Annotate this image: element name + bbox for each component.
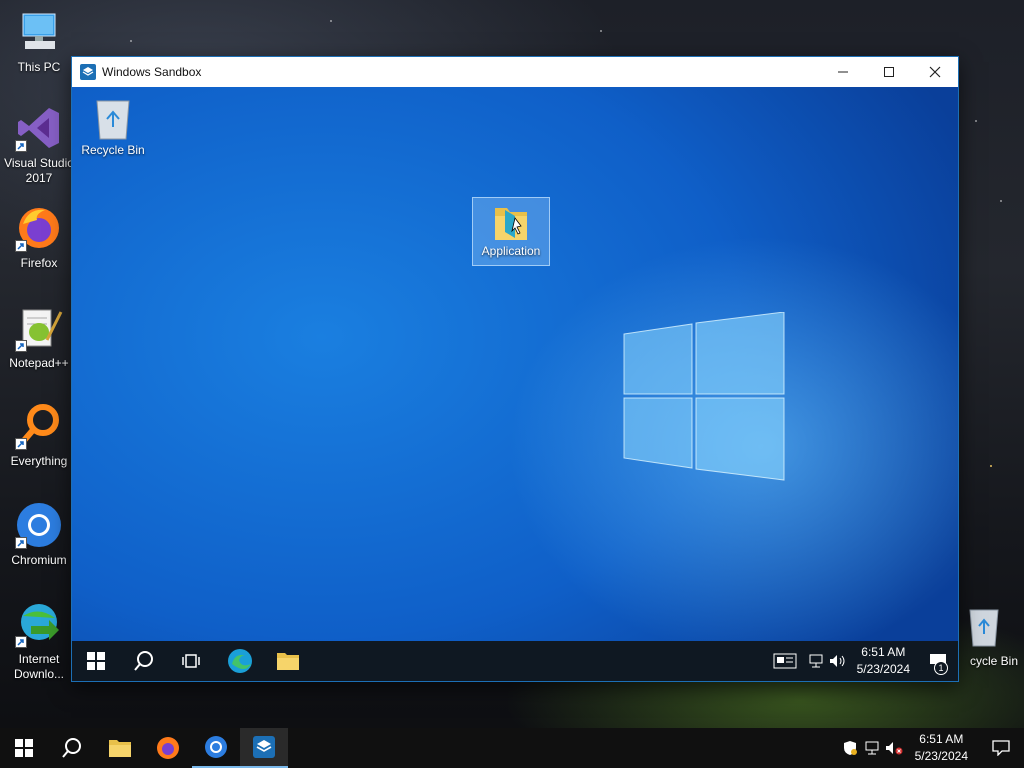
host-system-tray: 6:51 AM 5/23/2024 <box>839 728 1024 768</box>
sandbox-window[interactable]: Windows Sandbox Recycle Bin Application … <box>71 56 959 682</box>
close-button[interactable] <box>912 57 958 87</box>
file-explorer-icon <box>109 740 131 757</box>
host-network-button[interactable] <box>861 728 883 768</box>
notepad-plus-plus-icon <box>15 304 63 352</box>
windows-security-icon <box>843 741 857 755</box>
file-explorer-icon <box>277 653 299 670</box>
shortcut-arrow-icon <box>15 537 27 549</box>
desktop-icon-label: Visual Studio 2017 <box>4 156 74 185</box>
desktop-icon-visual-studio[interactable]: Visual Studio 2017 <box>2 104 76 186</box>
search-icon <box>62 738 81 758</box>
sandbox-file-explorer-button[interactable] <box>264 641 312 681</box>
sandbox-recycle-bin[interactable]: Recycle Bin <box>74 95 152 157</box>
maximize-button[interactable] <box>866 57 912 87</box>
desktop-icon-label: Chromium <box>11 553 67 567</box>
sandbox-search-button[interactable] <box>120 641 168 681</box>
sandbox-window-title: Windows Sandbox <box>102 65 202 79</box>
windows-start-icon <box>15 739 33 757</box>
sandbox-app-icon <box>253 736 275 758</box>
desktop-icon-chromium[interactable]: Chromium <box>2 501 76 568</box>
sandbox-application-folder[interactable]: Application <box>472 197 550 266</box>
desktop-icon-this-pc[interactable]: This PC <box>2 8 76 75</box>
volume-icon <box>829 655 845 667</box>
sandbox-action-center-button[interactable]: 1 <box>918 641 958 681</box>
desktop-icon-label: Internet Downlo... <box>13 652 65 681</box>
sandbox-news-widget[interactable] <box>765 641 805 681</box>
shortcut-arrow-icon <box>15 340 27 352</box>
recycle-bin-icon <box>960 602 1008 650</box>
recycle-bin-icon <box>96 100 130 140</box>
start-button[interactable] <box>0 728 48 768</box>
host-clock[interactable]: 6:51 AM 5/23/2024 <box>905 731 978 765</box>
sandbox-edge-button[interactable] <box>216 641 264 681</box>
news-icon <box>773 653 797 669</box>
host-taskbar: 6:51 AM 5/23/2024 <box>0 728 1024 768</box>
minimize-button[interactable] <box>820 57 866 87</box>
desktop-icon-notepad-plus-plus[interactable]: Notepad++ <box>2 304 76 371</box>
desktop-icon-everything[interactable]: Everything <box>2 402 76 469</box>
search-button[interactable] <box>48 728 96 768</box>
desktop-icon-label: Everything <box>10 454 68 468</box>
sandbox-taskbar: 6:51 AM 5/23/2024 1 <box>72 641 958 681</box>
sandbox-recycle-bin-label: Recycle Bin <box>81 143 145 157</box>
close-icon <box>929 66 941 78</box>
internet-download-manager-icon <box>15 600 63 648</box>
sandbox-start-button[interactable] <box>72 641 120 681</box>
windows-start-icon <box>87 652 105 670</box>
search-icon <box>134 651 153 671</box>
chromium-button[interactable] <box>192 728 240 768</box>
visual-studio-icon <box>15 104 63 152</box>
chromium-icon <box>15 501 63 549</box>
shortcut-arrow-icon <box>15 140 27 152</box>
shortcut-arrow-icon <box>15 438 27 450</box>
sandbox-network-button[interactable] <box>805 641 827 681</box>
volume-muted-icon <box>885 742 903 755</box>
edge-icon <box>228 649 252 673</box>
maximize-icon <box>884 67 894 77</box>
sandbox-clock-time: 6:51 AM <box>861 645 906 659</box>
sandbox-desktop[interactable]: Recycle Bin Application 6:51 AM 5/23/202… <box>72 87 958 681</box>
network-icon <box>809 654 823 668</box>
everything-icon <box>15 402 63 450</box>
sandbox-titlebar[interactable]: Windows Sandbox <box>72 57 958 87</box>
desktop-icon-label: Notepad++ <box>9 356 69 370</box>
this-pc-icon <box>15 8 63 56</box>
sandbox-clock-date: 5/23/2024 <box>856 662 910 676</box>
minimize-icon <box>838 71 848 73</box>
windows-wallpaper-logo <box>623 312 785 481</box>
windows-sandbox-taskbar-button[interactable] <box>240 728 288 768</box>
sandbox-system-tray: 6:51 AM 5/23/2024 1 <box>765 641 958 681</box>
sandbox-task-view-button[interactable] <box>168 641 216 681</box>
network-icon <box>865 741 879 755</box>
host-clock-date: 5/23/2024 <box>914 749 968 763</box>
firefox-icon <box>15 204 63 252</box>
notification-icon <box>992 740 1010 756</box>
desktop-icon-firefox[interactable]: Firefox <box>2 204 76 271</box>
shortcut-arrow-icon <box>15 240 27 252</box>
shortcut-arrow-icon <box>15 636 27 648</box>
desktop-icon-internet-download-manager[interactable]: Internet Downlo... <box>2 600 76 682</box>
notification-badge: 1 <box>934 661 948 675</box>
firefox-button[interactable] <box>144 728 192 768</box>
host-action-center-button[interactable] <box>978 728 1024 768</box>
sandbox-clock[interactable]: 6:51 AM 5/23/2024 <box>849 644 918 678</box>
host-clock-time: 6:51 AM <box>919 732 964 746</box>
chromium-icon <box>205 736 227 758</box>
sandbox-application-label: Application <box>481 244 541 258</box>
sandbox-volume-button[interactable] <box>827 641 849 681</box>
task-view-icon <box>182 654 200 668</box>
security-tray-button[interactable] <box>839 728 861 768</box>
host-volume-button[interactable] <box>883 728 905 768</box>
desktop-icon-label: Firefox <box>20 256 58 270</box>
desktop-icon-label: cycle Bin <box>969 654 1019 668</box>
file-explorer-button[interactable] <box>96 728 144 768</box>
desktop-icon-label: This PC <box>17 60 61 74</box>
firefox-icon <box>157 737 179 759</box>
folder-icon <box>495 208 527 240</box>
sandbox-app-icon <box>80 64 96 80</box>
